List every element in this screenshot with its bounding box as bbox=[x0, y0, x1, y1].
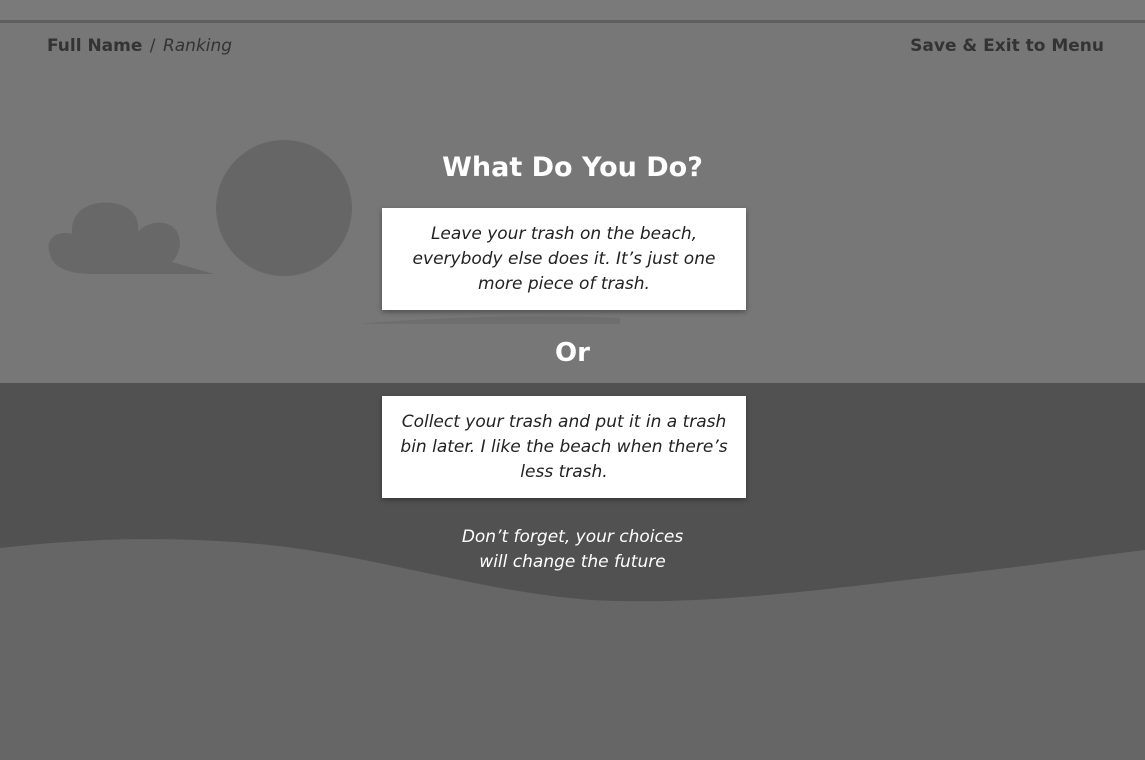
cloud-icon bbox=[48, 202, 215, 274]
breadcrumb: Full Name / Ranking bbox=[47, 36, 232, 56]
horizon-shadow bbox=[360, 316, 620, 324]
reminder-text: Don’t forget, your choices will change t… bbox=[0, 525, 1145, 575]
game-screen: Full Name / Ranking Save & Exit to Menu … bbox=[0, 0, 1145, 760]
player-name: Full Name bbox=[47, 36, 143, 56]
reminder-line-2: will change the future bbox=[479, 552, 666, 572]
breadcrumb-separator: / bbox=[149, 36, 156, 56]
or-divider: Or bbox=[555, 338, 590, 368]
mode-label: Ranking bbox=[162, 36, 233, 56]
save-exit-button[interactable]: Save & Exit to Menu bbox=[910, 36, 1104, 56]
question-title: What Do You Do? bbox=[442, 152, 703, 183]
beach-scene bbox=[0, 140, 1145, 760]
choice-option-b[interactable]: Collect your trash and put it in a trash… bbox=[382, 396, 746, 498]
choice-option-a[interactable]: Leave your trash on the beach, everybody… bbox=[382, 208, 746, 310]
reminder-line-1: Don’t forget, your choices bbox=[461, 527, 684, 547]
